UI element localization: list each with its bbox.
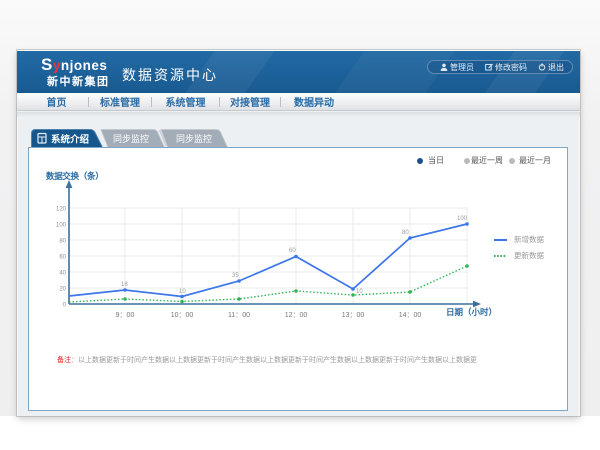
svg-text:14：00: 14：00 [399,312,422,319]
svg-text:100: 100 [56,223,67,229]
svg-text:120: 120 [56,207,67,213]
svg-text:0: 0 [63,303,67,309]
svg-text:35: 35 [232,273,239,279]
svg-text:20: 20 [59,287,66,293]
svg-text:日期（小时）: 日期（小时） [446,307,497,317]
svg-text:13：00: 13：00 [342,312,365,319]
svg-text:100: 100 [457,216,468,222]
svg-text:系统介绍: 系统介绍 [51,134,89,146]
svg-text:10: 10 [356,289,363,295]
svg-text:同步监控: 同步监控 [176,133,212,144]
svg-text:60: 60 [59,255,66,261]
svg-text:60: 60 [289,248,296,254]
svg-text:80: 80 [402,230,409,236]
svg-text:40: 40 [59,271,66,277]
svg-text:10: 10 [179,289,186,295]
svg-text:11：00: 11：00 [228,312,250,319]
svg-text:9：00: 9：00 [116,312,135,319]
svg-text:10：00: 10：00 [171,312,194,319]
svg-text:80: 80 [59,239,66,245]
svg-text:同步监控: 同步监控 [113,133,149,144]
svg-text:12：00: 12：00 [285,312,308,319]
svg-text:18: 18 [121,282,128,288]
